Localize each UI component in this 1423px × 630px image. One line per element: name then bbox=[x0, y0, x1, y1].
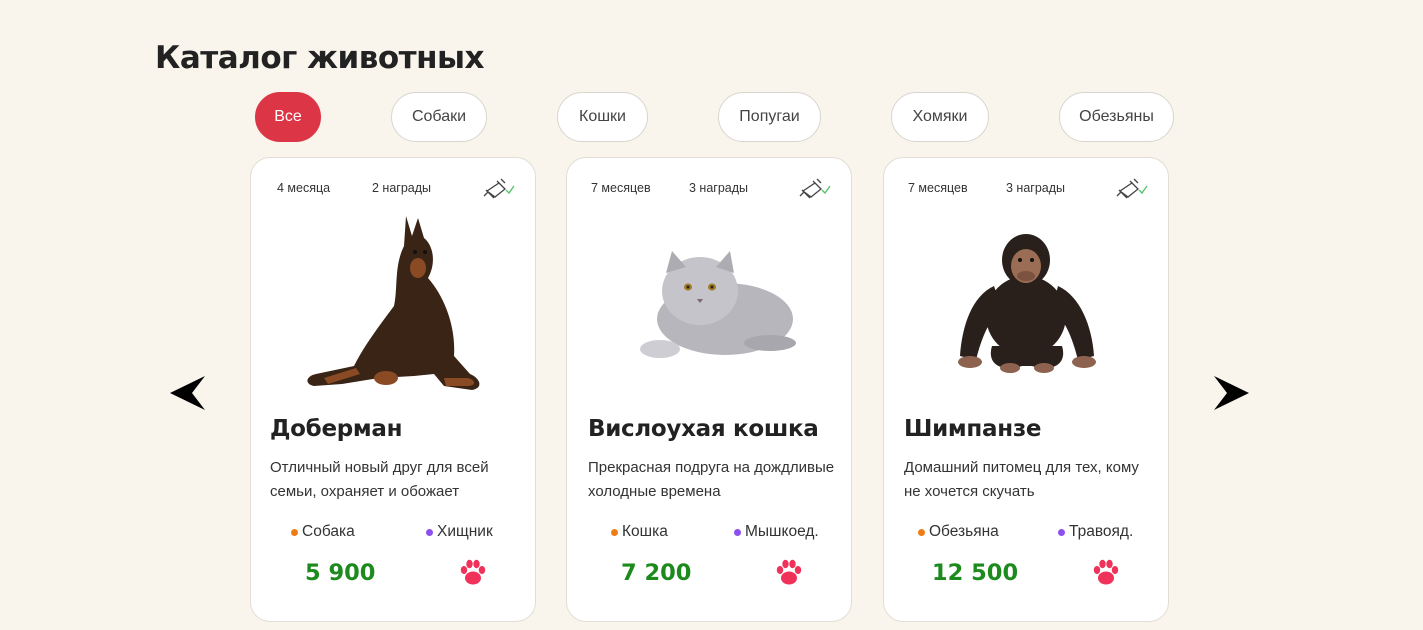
paw-icon[interactable] bbox=[774, 558, 804, 588]
animal-diet-label: Травояд. bbox=[1069, 523, 1134, 540]
animal-diet-label: Хищник bbox=[437, 523, 493, 540]
page-title: Каталог животных bbox=[155, 40, 485, 76]
animal-description: Отличный новый друг для всей семьи, охра… bbox=[270, 459, 489, 500]
animal-age: 7 месяцев bbox=[908, 181, 968, 195]
animal-type-label: Кошка bbox=[622, 523, 668, 540]
animal-type-tag: Обезьяна bbox=[918, 523, 999, 541]
animal-card[interactable]: 7 месяцев 3 награды Вислоухая кошка Прек… bbox=[566, 157, 852, 622]
animal-age: 4 месяца bbox=[277, 181, 331, 195]
animal-card[interactable]: 4 месяца 2 награды Доберман Отличный нов… bbox=[250, 157, 536, 622]
animal-name: Доберман bbox=[270, 416, 403, 442]
animal-card[interactable]: 7 месяцев 3 награды Шимпанзе Домашний пи… bbox=[883, 157, 1169, 622]
filter-all-button[interactable]: Все bbox=[255, 92, 321, 142]
animal-age: 7 месяцев bbox=[591, 181, 651, 195]
syringe-check-icon bbox=[481, 178, 515, 200]
arrow-left-icon bbox=[170, 376, 205, 410]
animal-price: 5 900 bbox=[305, 560, 376, 586]
animal-description: Домашний питомец для тех, кому не хочетс… bbox=[904, 459, 1139, 500]
carousel-next-button[interactable] bbox=[1211, 373, 1251, 413]
animal-price: 7 200 bbox=[621, 560, 692, 586]
animal-name: Вислоухая кошка bbox=[588, 416, 819, 442]
arrow-right-icon bbox=[1214, 376, 1249, 410]
animal-awards: 2 награды bbox=[372, 181, 432, 195]
animal-type-label: Обезьяна bbox=[929, 523, 999, 540]
animal-type-tag: Кошка bbox=[611, 523, 668, 541]
animal-diet-tag: Мышкоед. bbox=[734, 523, 819, 541]
animal-awards: 3 награды bbox=[1006, 181, 1066, 195]
filter-hamsters-button[interactable]: Хомяки bbox=[891, 92, 989, 142]
chimpanzee-image bbox=[904, 206, 1150, 396]
paw-icon[interactable] bbox=[458, 558, 488, 588]
syringe-check-icon bbox=[797, 178, 831, 200]
paw-icon[interactable] bbox=[1091, 558, 1121, 588]
animal-diet-tag: Хищник bbox=[426, 523, 493, 541]
filter-cats-button[interactable]: Кошки bbox=[557, 92, 648, 142]
diet-dot bbox=[1058, 528, 1065, 536]
animal-name: Шимпанзе bbox=[904, 416, 1042, 442]
animal-diet-label: Мышкоед. bbox=[745, 523, 819, 540]
animal-awards: 3 награды bbox=[689, 181, 749, 195]
type-dot bbox=[291, 528, 298, 536]
animal-diet-tag: Травояд. bbox=[1058, 523, 1133, 541]
animal-type-tag: Собака bbox=[291, 523, 355, 541]
cat-image bbox=[587, 206, 833, 396]
category-filters: Все Собаки Кошки Попугаи Хомяки Обезьяны bbox=[0, 92, 1423, 142]
diet-dot bbox=[426, 528, 433, 536]
type-dot bbox=[611, 528, 618, 536]
animal-description: Прекрасная подруга на дождливые холодные… bbox=[588, 459, 835, 500]
carousel-prev-button[interactable] bbox=[168, 373, 208, 413]
filter-monkeys-button[interactable]: Обезьяны bbox=[1059, 92, 1174, 142]
filter-dogs-button[interactable]: Собаки bbox=[391, 92, 487, 142]
filter-parrots-button[interactable]: Попугаи bbox=[718, 92, 821, 142]
syringe-check-icon bbox=[1114, 178, 1148, 200]
doberman-image bbox=[271, 206, 517, 396]
type-dot bbox=[918, 528, 925, 536]
diet-dot bbox=[734, 528, 741, 536]
animal-type-label: Собака bbox=[302, 523, 355, 540]
animal-price: 12 500 bbox=[932, 560, 1019, 586]
